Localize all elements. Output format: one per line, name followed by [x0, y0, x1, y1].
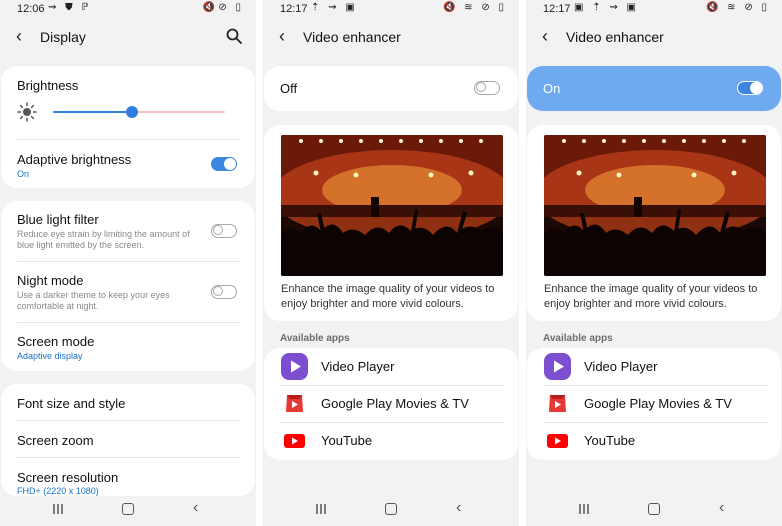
recent-apps-icon[interactable] [578, 503, 590, 515]
back-chevron-icon[interactable]: ‹ [16, 26, 22, 46]
screen-mode-value: Adaptive display [17, 351, 83, 361]
color-settings-card: Blue light filter Reduce eye strain by l… [1, 201, 255, 371]
master-switch-toggle[interactable] [737, 81, 763, 95]
master-switch-card[interactable]: Off [264, 66, 518, 111]
feature-description: Enhance the image quality of your videos… [544, 283, 758, 310]
app-name: Video Player [584, 359, 658, 374]
play-movies-icon [286, 395, 303, 412]
nav-back-icon[interactable]: ‹ [456, 500, 461, 516]
status-time: 12:17 [280, 3, 308, 15]
preview-card: Enhance the image quality of your videos… [264, 125, 518, 321]
youtube-icon [284, 434, 305, 448]
home-icon[interactable] [648, 503, 660, 515]
notification-icons: ⇡ ⇝ ▣ [311, 2, 358, 13]
status-bar: 12:06 ⇝ ⛊ ℙ 🔇⊘ ▯ [0, 0, 256, 18]
system-status-icons: 🔇 ≋ ⊘ ▯ [705, 2, 770, 13]
back-chevron-icon[interactable]: ‹ [542, 26, 548, 46]
search-icon[interactable] [226, 28, 242, 44]
app-row-video-player[interactable]: Video Player [527, 348, 781, 385]
home-icon[interactable] [385, 503, 397, 515]
night-mode-label: Night mode [17, 273, 84, 288]
blue-light-filter-toggle[interactable] [211, 224, 237, 238]
apps-list-card: Video Player Google Play Movies & TV You… [264, 348, 518, 460]
navigation-bar: ‹ [263, 492, 519, 526]
status-time: 12:17 [543, 3, 571, 15]
display-options-card: Font size and style Screen zoom Screen r… [1, 384, 255, 496]
master-switch-label: Off [280, 81, 298, 96]
concert-preview-image [544, 135, 766, 276]
screen-mode-label: Screen mode [17, 334, 95, 349]
app-name: Google Play Movies & TV [584, 396, 732, 411]
status-bar: 12:17 ⇡ ⇝ ▣ 🔇 ≋ ⊘ ▯ [263, 0, 519, 18]
video-player-icon [544, 353, 571, 380]
divider [17, 139, 241, 140]
system-status-icons: 🔇⊘ ▯ [202, 2, 244, 13]
available-apps-label: Available apps [280, 333, 350, 344]
recent-apps-icon[interactable] [52, 503, 64, 515]
master-switch-card[interactable]: On [527, 66, 781, 111]
apps-list-card: Video Player Google Play Movies & TV You… [527, 348, 781, 460]
notification-icons: ▣ ⇡ ⇝ ▣ [574, 2, 639, 13]
blue-light-filter-description: Reduce eye strain by limiting the amount… [17, 229, 190, 250]
adaptive-brightness-toggle[interactable] [211, 157, 237, 171]
video-enhancer-off-screen: 12:17 ⇡ ⇝ ▣ 🔇 ≋ ⊘ ▯ ‹ Video enhancer Off [263, 0, 519, 526]
night-mode-toggle[interactable] [211, 285, 237, 299]
brightness-slider-thumb[interactable] [126, 106, 139, 118]
back-chevron-icon[interactable]: ‹ [279, 26, 285, 46]
brightness-label: Brightness [17, 78, 79, 93]
page-title: Display [40, 29, 86, 45]
adaptive-brightness-label: Adaptive brightness [17, 152, 132, 167]
navigation-bar: ‹ [0, 492, 256, 526]
play-movies-icon [549, 395, 566, 412]
nav-back-icon[interactable]: ‹ [193, 500, 198, 516]
app-row-play-movies[interactable]: Google Play Movies & TV [264, 385, 518, 422]
display-settings-screen: 12:06 ⇝ ⛊ ℙ 🔇⊘ ▯ ‹ Display Brightness Ad… [0, 0, 256, 526]
page-title: Video enhancer [566, 29, 664, 45]
video-player-icon [281, 353, 308, 380]
app-row-video-player[interactable]: Video Player [264, 348, 518, 385]
sun-icon [17, 102, 37, 122]
app-header: ‹ Video enhancer [526, 22, 782, 52]
app-row-youtube[interactable]: YouTube [264, 422, 518, 459]
recent-apps-icon[interactable] [315, 503, 327, 515]
notification-icons: ⇝ ⛊ ℙ [48, 2, 92, 13]
app-name: Video Player [321, 359, 395, 374]
brightness-card: Brightness Adaptive brightness On [1, 66, 255, 188]
preview-card: Enhance the image quality of your videos… [527, 125, 781, 321]
concert-preview-image [281, 135, 503, 276]
master-switch-toggle[interactable] [474, 81, 500, 95]
navigation-bar: ‹ [526, 492, 782, 526]
available-apps-label: Available apps [543, 333, 613, 344]
divider [17, 457, 241, 458]
master-switch-label: On [543, 81, 561, 96]
screen-resolution-item[interactable]: Screen resolution [17, 470, 118, 485]
brightness-slider-fill [53, 111, 133, 113]
app-header: ‹ Display [0, 22, 256, 52]
home-icon[interactable] [122, 503, 134, 515]
brightness-slider[interactable] [53, 106, 225, 118]
app-header: ‹ Video enhancer [263, 22, 519, 52]
nav-back-icon[interactable]: ‹ [719, 500, 724, 516]
app-row-youtube[interactable]: YouTube [527, 422, 781, 459]
status-bar: 12:17 ▣ ⇡ ⇝ ▣ 🔇 ≋ ⊘ ▯ [526, 0, 782, 18]
blue-light-filter-label: Blue light filter [17, 212, 99, 227]
divider [17, 261, 241, 262]
page-title: Video enhancer [303, 29, 401, 45]
app-row-play-movies[interactable]: Google Play Movies & TV [527, 385, 781, 422]
divider [17, 420, 241, 421]
divider [17, 322, 241, 323]
adaptive-brightness-value: On [17, 169, 30, 179]
video-enhancer-on-screen: 12:17 ▣ ⇡ ⇝ ▣ 🔇 ≋ ⊘ ▯ ‹ Video enhancer O… [526, 0, 782, 526]
app-name: YouTube [584, 433, 636, 448]
app-name: YouTube [321, 433, 373, 448]
youtube-icon [547, 434, 568, 448]
screen-zoom-item[interactable]: Screen zoom [17, 433, 94, 448]
status-time: 12:06 [17, 3, 45, 15]
feature-description: Enhance the image quality of your videos… [281, 283, 495, 310]
app-name: Google Play Movies & TV [321, 396, 469, 411]
night-mode-description: Use a darker theme to keep your eyes com… [17, 290, 170, 311]
font-size-style-item[interactable]: Font size and style [17, 396, 125, 411]
system-status-icons: 🔇 ≋ ⊘ ▯ [442, 2, 507, 13]
